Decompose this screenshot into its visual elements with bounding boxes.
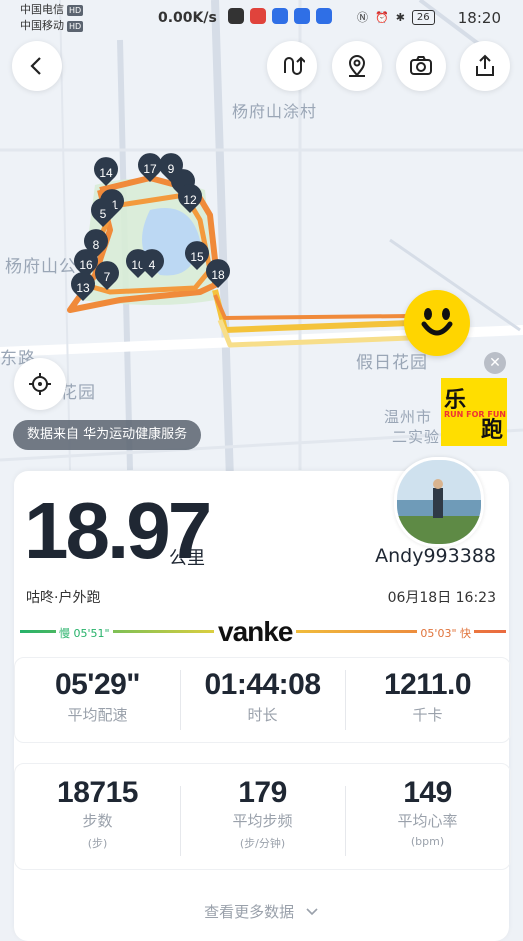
pace-slow-label: 慢 05'51" bbox=[56, 625, 113, 641]
route-switch-icon bbox=[284, 56, 305, 75]
stat-value: 149 bbox=[403, 776, 452, 809]
close-ad-button[interactable]: ✕ bbox=[484, 352, 506, 374]
more-data-button[interactable]: 查看更多数据 bbox=[14, 901, 509, 922]
locate-me-button[interactable] bbox=[14, 358, 66, 410]
chevron-down-icon bbox=[306, 908, 318, 916]
health-icon bbox=[250, 8, 266, 24]
stat-label: 平均步频 bbox=[232, 812, 293, 830]
stat-value: 01:44:08 bbox=[204, 668, 321, 701]
stat-label: 平均心率 bbox=[397, 812, 458, 830]
route-switch-button[interactable] bbox=[267, 41, 317, 91]
alarm-icon: ⏰ bbox=[375, 10, 389, 24]
stat-unit: (bpm) bbox=[410, 835, 445, 848]
carrier-mobile: 中国移动 HD bbox=[20, 19, 84, 32]
notification-icons bbox=[228, 8, 332, 24]
system-icons: Ⓝ ⏰ ✱ 26 bbox=[357, 9, 435, 25]
logo-char-pao: 跑 bbox=[480, 418, 503, 443]
stat-value: 1211.0 bbox=[383, 668, 472, 701]
stat-label: 步数 bbox=[82, 812, 113, 830]
stat-value: 05'29" bbox=[54, 668, 141, 701]
location-button[interactable] bbox=[332, 41, 382, 91]
mascot-ad[interactable] bbox=[404, 290, 470, 356]
activity-datetime: 06月18日 16:23 bbox=[387, 590, 496, 606]
stat-heart-rate: 149 平均心率 (bpm) bbox=[345, 776, 510, 848]
stat-unit: (步) bbox=[87, 837, 108, 850]
cloud-icon bbox=[294, 8, 310, 24]
stat-steps: 18715 步数 (步) bbox=[15, 776, 180, 851]
username[interactable]: Andy993388 bbox=[375, 545, 496, 567]
bluetooth-icon: ✱ bbox=[395, 10, 405, 24]
stat-duration: 01:44:08 时长 bbox=[180, 668, 345, 725]
clock: 18:20 bbox=[457, 9, 501, 27]
map-label-school: 二实验 bbox=[392, 428, 441, 446]
nfc-icon: Ⓝ bbox=[357, 11, 368, 24]
stat-calories: 1211.0 千卡 bbox=[345, 668, 510, 725]
back-arrow-icon bbox=[30, 57, 41, 75]
map-label-park: 杨府山公 bbox=[5, 257, 77, 277]
pace-gradient-bar: 慢 05'51" vanke 05'03" 快 bbox=[18, 616, 508, 648]
app-icon bbox=[272, 8, 288, 24]
carrier-telecom: 中国电信 HD bbox=[20, 3, 84, 16]
map-label-wenzhou: 温州市 bbox=[384, 408, 433, 426]
map-label-village: 杨府山涂村 bbox=[232, 102, 318, 121]
sim-icon bbox=[228, 8, 244, 24]
stats-primary: 05'29" 平均配速 01:44:08 时长 1211.0 千卡 bbox=[14, 657, 511, 743]
share-button[interactable] bbox=[460, 41, 510, 91]
smiley-icon bbox=[421, 308, 453, 336]
activity-source: 咕咚·户外跑 bbox=[26, 590, 101, 606]
stat-label: 平均配速 bbox=[67, 706, 128, 724]
map-pin-icon bbox=[348, 55, 366, 77]
camera-icon bbox=[410, 56, 432, 75]
stat-unit: (步/分钟) bbox=[239, 837, 286, 850]
distance-unit: 公里 bbox=[169, 548, 205, 569]
pace-fast-label: 05'03" 快 bbox=[417, 625, 474, 641]
data-source-chip: 数据来自 华为运动健康服务 bbox=[13, 420, 202, 450]
stat-label: 时长 bbox=[247, 706, 278, 724]
stat-label: 千卡 bbox=[412, 706, 443, 724]
status-bar: 中国电信 HD 中国移动 HD 0.00K/s Ⓝ ⏰ ✱ 26 18:20 bbox=[0, 0, 523, 36]
stats-secondary: 18715 步数 (步) 179 平均步频 (步/分钟) 149 平均心率 (b… bbox=[14, 763, 511, 870]
back-button[interactable] bbox=[12, 41, 62, 91]
avatar[interactable] bbox=[394, 457, 484, 547]
stat-avg-pace: 05'29" 平均配速 bbox=[15, 668, 180, 725]
stat-cadence: 179 平均步频 (步/分钟) bbox=[180, 776, 345, 851]
battery-icon: 26 bbox=[411, 9, 435, 25]
stat-value: 179 bbox=[238, 776, 287, 809]
run-summary-card: 18.97 公里 Andy993388 咕咚·户外跑 06月18日 16:23 … bbox=[14, 457, 511, 941]
camera-button[interactable] bbox=[396, 41, 446, 91]
stat-value: 18715 bbox=[57, 776, 138, 809]
more-data-label: 查看更多数据 bbox=[204, 903, 295, 921]
search-app-icon bbox=[316, 8, 332, 24]
crosshair-icon bbox=[29, 373, 51, 395]
avatar-photo bbox=[397, 460, 481, 544]
sponsor-logo: vanke bbox=[214, 616, 297, 648]
run-for-fun-logo[interactable]: 乐 RUN FOR FUN 跑 bbox=[441, 378, 507, 446]
network-speed: 0.00K/s bbox=[158, 10, 217, 26]
share-icon bbox=[476, 54, 494, 76]
